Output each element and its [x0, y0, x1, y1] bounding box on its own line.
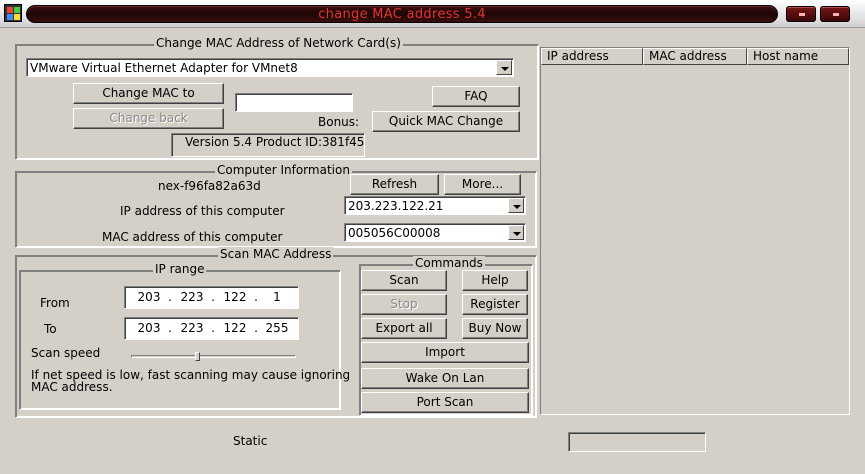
- mac-address-selected-value: 005056C00008: [348, 226, 441, 240]
- from-ip-octet-4: 1: [273, 290, 281, 304]
- column-header-host[interactable]: Host name: [747, 48, 849, 65]
- faq-button[interactable]: FAQ: [432, 86, 520, 107]
- app-icon[interactable]: [4, 4, 22, 22]
- wake-on-lan-button[interactable]: Wake On Lan: [361, 368, 529, 389]
- ip-range-caption: IP range: [153, 262, 207, 276]
- scan-speed-label: Scan speed: [31, 346, 101, 360]
- to-label: To: [44, 322, 57, 336]
- mac-address-select[interactable]: 005056C00008: [344, 223, 526, 242]
- from-ip-octet-3: 122: [223, 290, 247, 304]
- bonus-label: Bonus:: [318, 115, 360, 129]
- help-button[interactable]: Help: [462, 270, 528, 291]
- scan-mac-caption: Scan MAC Address: [218, 247, 334, 261]
- ip-address-select[interactable]: 203.223.122.21: [344, 196, 526, 215]
- buy-now-button[interactable]: Buy Now: [462, 318, 528, 339]
- to-ip-octet-4: 255: [265, 321, 289, 335]
- change-mac-button[interactable]: Change MAC to: [73, 83, 224, 104]
- stop-button[interactable]: Stop: [361, 294, 447, 315]
- close-icon: [833, 13, 839, 16]
- chevron-down-icon[interactable]: [508, 198, 524, 213]
- scan-warning-line-2: MAC address.: [31, 380, 113, 394]
- minimize-icon: [799, 13, 805, 16]
- new-mac-input[interactable]: [235, 93, 353, 112]
- commands-caption: Commands: [413, 256, 485, 270]
- mac-address-label: MAC address of this computer: [102, 230, 283, 244]
- refresh-button[interactable]: Refresh: [350, 174, 439, 195]
- computer-info-caption: Computer Information: [215, 163, 352, 177]
- title-bar[interactable]: change MAC address 5.4: [0, 0, 865, 28]
- change-mac-caption: Change MAC Address of Network Card(s): [154, 36, 403, 50]
- port-scan-button[interactable]: Port Scan: [361, 392, 529, 413]
- to-ip-octet-2: 223: [180, 321, 204, 335]
- register-button[interactable]: Register: [462, 294, 528, 315]
- ip-address-label: IP address of this computer: [120, 204, 285, 218]
- from-ip-input[interactable]: 203 . 223 . 122 . 1: [124, 286, 299, 309]
- column-header-ip[interactable]: IP address: [541, 48, 643, 65]
- to-ip-input[interactable]: 203 . 223 . 122 . 255: [124, 317, 299, 340]
- from-ip-octet-1: 203: [137, 290, 161, 304]
- to-ip-octet-1: 203: [137, 321, 161, 335]
- host-name-value: nex-f96fa82a63d: [158, 179, 261, 193]
- close-button[interactable]: [820, 6, 850, 22]
- to-ip-octet-3: 122: [223, 321, 247, 335]
- ip-address-selected-value: 203.223.122.21: [348, 199, 444, 213]
- export-all-button[interactable]: Export all: [361, 318, 447, 339]
- static-label: Static: [233, 434, 268, 448]
- scan-button[interactable]: Scan: [361, 270, 447, 291]
- quick-mac-change-button[interactable]: Quick MAC Change: [372, 111, 520, 132]
- change-back-button[interactable]: Change back: [73, 108, 224, 129]
- window-title: change MAC address 5.4: [318, 7, 486, 22]
- chevron-down-icon[interactable]: [496, 60, 512, 75]
- scan-speed-slider-thumb[interactable]: [195, 352, 200, 361]
- chevron-down-icon[interactable]: [508, 225, 524, 240]
- from-label: From: [40, 296, 70, 310]
- version-box: Version 5.4 Product ID:381f45: [171, 133, 365, 157]
- adapter-selected-value: VMware Virtual Ethernet Adapter for VMne…: [30, 61, 298, 75]
- scan-speed-slider-track[interactable]: [131, 355, 296, 358]
- list-header: IP address MAC address Host name: [541, 48, 849, 65]
- status-field: [568, 432, 706, 452]
- version-text: Version 5.4 Product ID:381f45: [185, 135, 365, 149]
- minimize-button[interactable]: [786, 6, 816, 22]
- more-button[interactable]: More...: [444, 174, 521, 195]
- from-ip-octet-2: 223: [180, 290, 204, 304]
- scan-results-list[interactable]: IP address MAC address Host name: [540, 47, 850, 415]
- column-header-mac[interactable]: MAC address: [643, 48, 747, 65]
- import-button[interactable]: Import: [361, 342, 529, 363]
- adapter-select[interactable]: VMware Virtual Ethernet Adapter for VMne…: [26, 58, 514, 77]
- title-pill: change MAC address 5.4: [26, 5, 778, 23]
